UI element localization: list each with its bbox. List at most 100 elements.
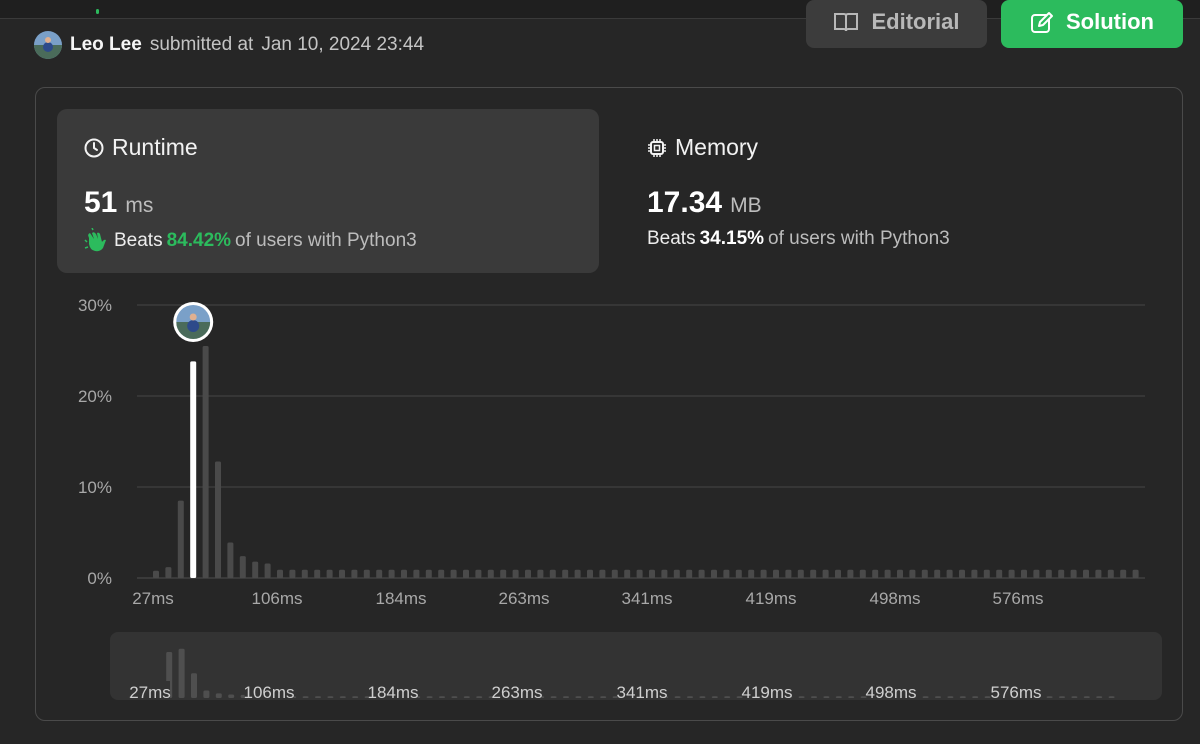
bar[interactable] (388, 569, 395, 578)
bar[interactable] (227, 542, 234, 578)
bar[interactable] (711, 569, 717, 578)
x-tick-label: 419ms (745, 589, 796, 608)
bar[interactable] (897, 569, 903, 578)
bar[interactable] (326, 569, 333, 578)
bar[interactable] (1070, 569, 1077, 578)
minimap-bar (1096, 696, 1103, 698)
bar[interactable] (835, 569, 841, 578)
minimap-bar (575, 696, 582, 698)
bar[interactable] (1120, 569, 1127, 578)
bar[interactable] (1045, 569, 1052, 578)
bar[interactable] (500, 569, 507, 578)
x-tick-label: 576ms (992, 589, 1043, 608)
minimap-bar (922, 696, 929, 698)
bar[interactable] (525, 569, 531, 578)
bar[interactable] (314, 569, 321, 578)
x-tick-label: 184ms (375, 589, 426, 608)
minimap-x-tick-label: 184ms (367, 683, 418, 702)
bar[interactable] (1083, 569, 1089, 578)
bar[interactable] (996, 569, 1003, 578)
bar[interactable] (649, 569, 655, 578)
bar[interactable] (760, 569, 767, 578)
bar[interactable] (822, 569, 829, 578)
bar[interactable] (401, 569, 407, 578)
bar[interactable] (785, 569, 792, 578)
bar[interactable] (624, 569, 631, 578)
bar[interactable] (859, 569, 866, 578)
bar[interactable] (599, 569, 606, 578)
bar[interactable] (909, 569, 916, 578)
bar[interactable] (165, 567, 172, 578)
minimap-bar (972, 696, 979, 698)
bar[interactable] (673, 569, 680, 578)
bar[interactable] (487, 569, 494, 578)
minimap-bar (724, 696, 731, 698)
bar[interactable] (351, 569, 358, 578)
bar[interactable] (363, 569, 370, 578)
bar[interactable] (797, 569, 804, 578)
bar[interactable] (574, 569, 581, 578)
bar[interactable] (252, 561, 259, 578)
bar[interactable] (946, 569, 953, 578)
bar[interactable] (686, 569, 693, 578)
minimap-x-tick-label: 576ms (990, 683, 1041, 702)
bar[interactable] (376, 569, 383, 578)
bar[interactable] (463, 569, 469, 578)
bar[interactable] (773, 569, 779, 578)
minimap-bar (600, 696, 607, 698)
bar[interactable] (1021, 569, 1027, 578)
minimap-bar (848, 696, 855, 698)
bar[interactable] (934, 569, 941, 578)
bar[interactable] (425, 569, 432, 578)
bar[interactable] (723, 569, 730, 578)
bar[interactable] (239, 556, 246, 578)
bar[interactable] (549, 569, 556, 578)
bar[interactable] (921, 569, 928, 578)
bar[interactable] (202, 345, 209, 578)
bar[interactable] (983, 569, 990, 578)
bar[interactable] (1095, 569, 1102, 578)
bar[interactable] (153, 570, 159, 578)
bar[interactable] (661, 569, 668, 578)
user-position-avatar[interactable] (173, 302, 214, 342)
bar[interactable] (1107, 569, 1114, 578)
y-tick-label: 0% (87, 569, 112, 588)
bar[interactable] (289, 569, 296, 578)
bar[interactable] (872, 569, 879, 578)
bar[interactable] (215, 461, 221, 578)
bar[interactable] (636, 569, 643, 578)
bar[interactable] (847, 569, 854, 578)
bar[interactable] (177, 500, 184, 578)
bar[interactable] (450, 569, 457, 578)
minimap-bar (563, 696, 569, 698)
bar[interactable] (264, 563, 271, 578)
minimap-x-tick-label: 263ms (491, 683, 542, 702)
y-tick-label: 10% (78, 478, 112, 497)
bar[interactable] (884, 569, 891, 578)
bar[interactable] (959, 569, 965, 578)
bar[interactable] (810, 569, 817, 578)
bar[interactable] (413, 569, 420, 578)
bar[interactable] (277, 569, 283, 578)
bar[interactable] (562, 569, 569, 578)
bar[interactable] (1033, 569, 1040, 578)
minimap-bar (191, 673, 197, 698)
bar[interactable] (1008, 569, 1015, 578)
bar[interactable] (735, 569, 742, 578)
y-tick-label: 30% (78, 296, 112, 315)
bar[interactable] (438, 569, 445, 578)
bar[interactable] (512, 569, 519, 578)
bar[interactable] (339, 569, 345, 578)
bar[interactable] (475, 569, 482, 578)
bar[interactable] (698, 569, 705, 578)
minimap-bar (699, 696, 706, 698)
bar[interactable] (1058, 569, 1065, 578)
bar[interactable] (301, 569, 308, 578)
highlighted-bar[interactable] (190, 361, 197, 578)
bar[interactable] (587, 569, 593, 578)
bar[interactable] (1132, 569, 1139, 578)
bar[interactable] (537, 569, 544, 578)
bar[interactable] (971, 569, 978, 578)
bar[interactable] (748, 569, 755, 578)
bar[interactable] (611, 569, 618, 578)
